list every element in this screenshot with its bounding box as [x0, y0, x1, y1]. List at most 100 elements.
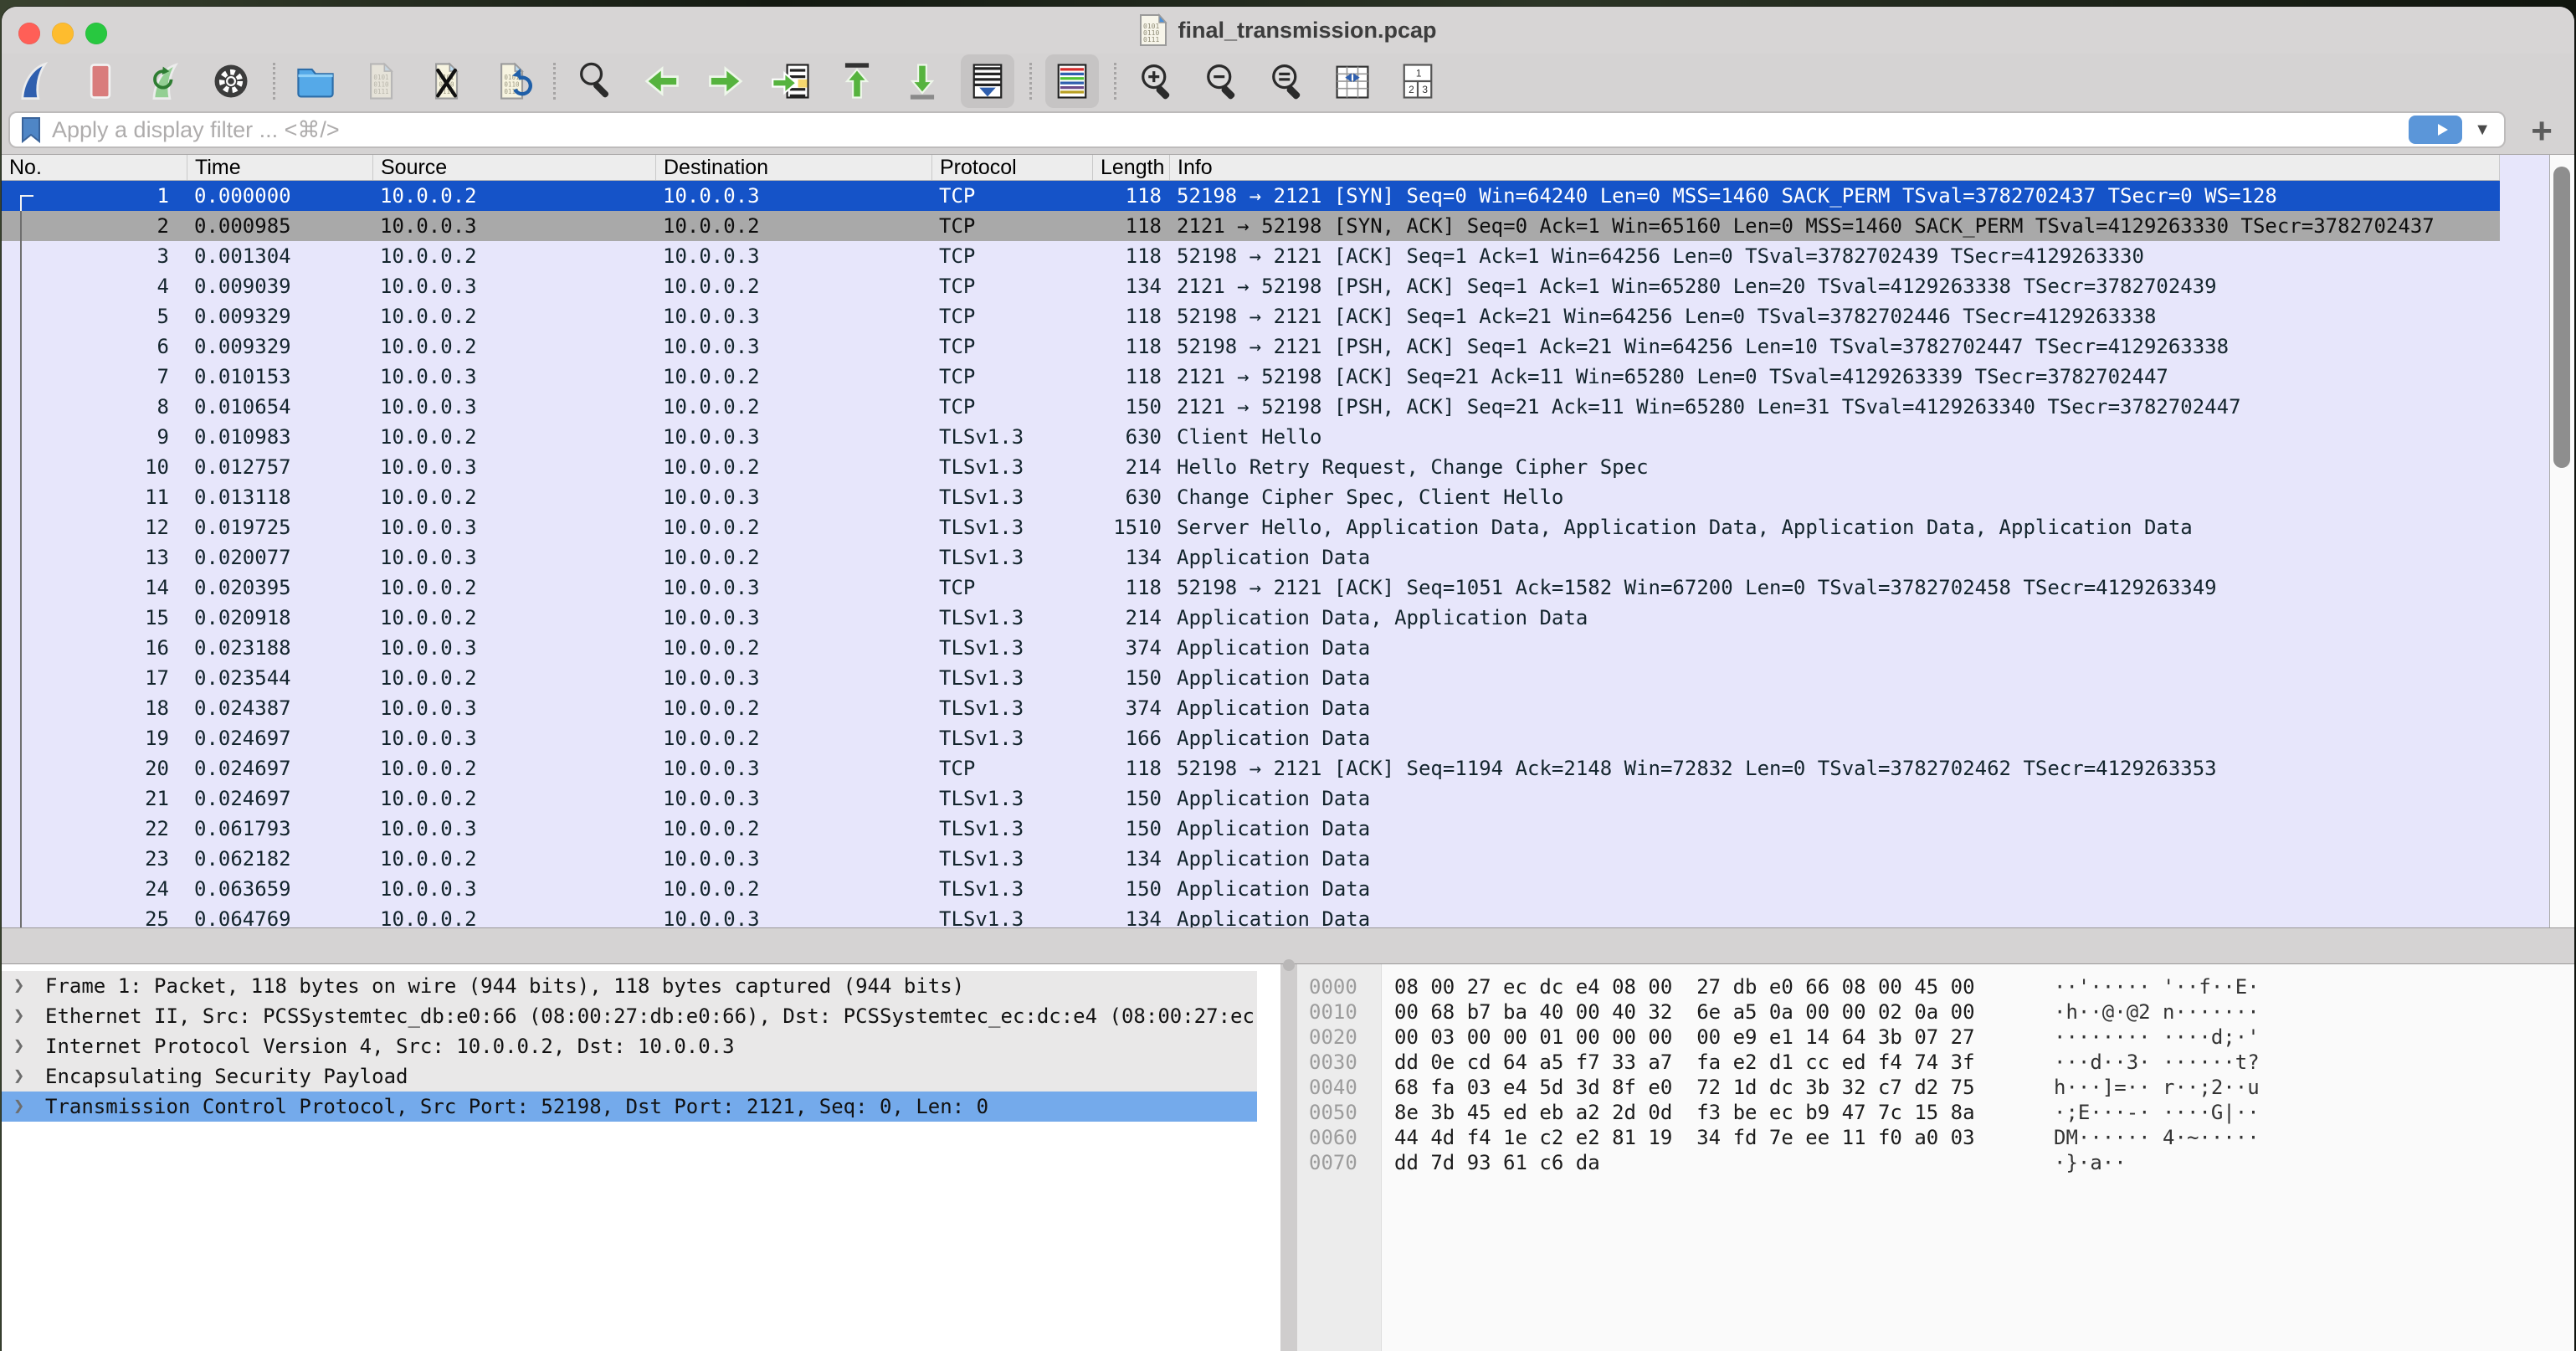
expander-chevron-icon[interactable]: ❯: [13, 1092, 24, 1122]
open-file-folder-icon: [294, 59, 337, 103]
cell-no: 21: [2, 783, 187, 814]
packet-row-18[interactable]: 180.02438710.0.0.310.0.0.2TLSv1.3374Appl…: [2, 693, 2500, 723]
go-to-top-button[interactable]: [830, 54, 884, 108]
capture-options-gear-button[interactable]: [204, 54, 258, 108]
go-to-packet-button[interactable]: [765, 54, 818, 108]
cell-time: 0.013118: [187, 482, 373, 512]
hex-row-0020[interactable]: 002000 03 00 00 01 00 00 00 00 e9 e1 14 …: [1297, 1025, 2574, 1050]
packet-row-5[interactable]: 50.00932910.0.0.210.0.0.3TCP11852198 → 2…: [2, 301, 2500, 331]
packet-row-24[interactable]: 240.06365910.0.0.310.0.0.2TLSv1.3150Appl…: [2, 874, 2500, 904]
detail-row-3[interactable]: ❯Internet Protocol Version 4, Src: 10.0.…: [2, 1031, 1257, 1061]
packet-row-1[interactable]: 10.00000010.0.0.210.0.0.3TCP11852198 → 2…: [2, 181, 2500, 211]
packet-row-3[interactable]: 30.00130410.0.0.210.0.0.3TCP11852198 → 2…: [2, 241, 2500, 271]
reload-file-button[interactable]: 010101100111: [485, 54, 538, 108]
expander-chevron-icon[interactable]: ❯: [13, 1001, 24, 1031]
cell-time: 0.024697: [187, 723, 373, 753]
cell-no: 15: [2, 603, 187, 633]
packet-row-6[interactable]: 60.00932910.0.0.210.0.0.3TCP11852198 → 2…: [2, 331, 2500, 362]
save-file-button[interactable]: 010101100111: [354, 54, 408, 108]
cell-proto: TLSv1.3: [932, 422, 1093, 452]
display-filter-input[interactable]: [50, 116, 2409, 144]
packet-row-12[interactable]: 120.01972510.0.0.310.0.0.2TLSv1.31510Ser…: [2, 512, 2500, 542]
hex-offset: 0070: [1309, 1150, 1357, 1175]
layout-panes-button[interactable]: 123: [1391, 54, 1445, 108]
scrollbar-thumb[interactable]: [2553, 167, 2570, 468]
column-header-source[interactable]: Source: [373, 155, 656, 180]
colorize-packets-button[interactable]: [1045, 54, 1099, 108]
column-header-destination[interactable]: Destination: [656, 155, 932, 180]
resize-columns-button[interactable]: [1326, 54, 1379, 108]
cell-len: 150: [1093, 783, 1170, 814]
zoom-out-button[interactable]: [1195, 54, 1249, 108]
hex-row-0030[interactable]: 0030dd 0e cd 64 a5 f7 33 a7 fa e2 d1 cc …: [1297, 1050, 2574, 1075]
apply-filter-button[interactable]: [2409, 116, 2462, 144]
splitter-handle[interactable]: [1283, 959, 1295, 971]
zoom-in-button[interactable]: [1130, 54, 1183, 108]
packet-row-2[interactable]: 20.00098510.0.0.310.0.0.2TCP1182121 → 52…: [2, 211, 2500, 241]
packet-row-13[interactable]: 130.02007710.0.0.310.0.0.2TLSv1.3134Appl…: [2, 542, 2500, 573]
close-file-button[interactable]: 010101100111: [419, 54, 473, 108]
hex-row-0040[interactable]: 004068 fa 03 e4 5d 3d 8f e0 72 1d dc 3b …: [1297, 1075, 2574, 1100]
go-to-bottom-button[interactable]: [895, 54, 949, 108]
cell-info: Server Hello, Application Data, Applicat…: [1170, 512, 2500, 542]
packet-row-11[interactable]: 110.01311810.0.0.210.0.0.3TLSv1.3630Chan…: [2, 482, 2500, 512]
cell-proto: TLSv1.3: [932, 783, 1093, 814]
go-back-button[interactable]: [634, 54, 688, 108]
hex-row-0070[interactable]: 0070dd 7d 93 61 c6 da·}·a··: [1297, 1150, 2574, 1175]
expander-chevron-icon[interactable]: ❯: [13, 971, 24, 1001]
packet-row-7[interactable]: 70.01015310.0.0.310.0.0.2TCP1182121 → 52…: [2, 362, 2500, 392]
cell-no: 23: [2, 844, 187, 874]
cell-proto: TLSv1.3: [932, 542, 1093, 573]
horizontal-splitter[interactable]: [2, 927, 2574, 963]
hex-row-0010[interactable]: 001000 68 b7 ba 40 00 40 32 6e a5 0a 00 …: [1297, 999, 2574, 1025]
cell-info: Client Hello: [1170, 422, 2500, 452]
open-file-folder-button[interactable]: [289, 54, 342, 108]
start-capture-fin-button[interactable]: [8, 54, 62, 108]
packet-row-23[interactable]: 230.06218210.0.0.210.0.0.3TLSv1.3134Appl…: [2, 844, 2500, 874]
hex-row-0050[interactable]: 00508e 3b 45 ed eb a2 2d 0d f3 be ec b9 …: [1297, 1100, 2574, 1125]
find-packet-button[interactable]: [569, 54, 623, 108]
column-header-time[interactable]: Time: [187, 155, 373, 180]
packet-row-14[interactable]: 140.02039510.0.0.210.0.0.3TCP11852198 → …: [2, 573, 2500, 603]
hex-row-0060[interactable]: 006044 4d f4 1e c2 e2 81 19 34 fd 7e ee …: [1297, 1125, 2574, 1150]
cell-dst: 10.0.0.3: [656, 753, 932, 783]
packet-row-21[interactable]: 210.02469710.0.0.210.0.0.3TLSv1.3150Appl…: [2, 783, 2500, 814]
cell-len: 118: [1093, 241, 1170, 271]
packet-row-8[interactable]: 80.01065410.0.0.310.0.0.2TCP1502121 → 52…: [2, 392, 2500, 422]
detail-row-5[interactable]: ❯Transmission Control Protocol, Src Port…: [2, 1092, 1257, 1122]
filter-dropdown-caret[interactable]: ▼: [2474, 121, 2491, 140]
column-header-protocol[interactable]: Protocol: [932, 155, 1093, 180]
stop-capture-button[interactable]: [74, 54, 127, 108]
column-header-info[interactable]: Info: [1170, 155, 2500, 180]
packet-row-19[interactable]: 190.02469710.0.0.310.0.0.2TLSv1.3166Appl…: [2, 723, 2500, 753]
packet-row-9[interactable]: 90.01098310.0.0.210.0.0.3TLSv1.3630Clien…: [2, 422, 2500, 452]
filter-bookmark-icon[interactable]: [20, 116, 42, 143]
packet-row-25[interactable]: 250.06476910.0.0.210.0.0.3TLSv1.3134Appl…: [2, 904, 2500, 927]
vertical-splitter[interactable]: [1280, 964, 1297, 1351]
go-forward-button[interactable]: [700, 54, 753, 108]
packet-row-16[interactable]: 160.02318810.0.0.310.0.0.2TLSv1.3374Appl…: [2, 633, 2500, 663]
restart-capture-button[interactable]: [139, 54, 192, 108]
column-header-no[interactable]: No.: [2, 155, 187, 180]
hex-row-0000[interactable]: 000008 00 27 ec dc e4 08 00 27 db e0 66 …: [1297, 974, 2574, 999]
packet-row-17[interactable]: 170.02354410.0.0.210.0.0.3TLSv1.3150Appl…: [2, 663, 2500, 693]
packet-row-10[interactable]: 100.01275710.0.0.310.0.0.2TLSv1.3214Hell…: [2, 452, 2500, 482]
detail-row-1[interactable]: ❯Frame 1: Packet, 118 bytes on wire (944…: [2, 971, 1257, 1001]
expander-chevron-icon[interactable]: ❯: [13, 1031, 24, 1061]
zoom-100-button[interactable]: [1260, 54, 1314, 108]
zoom-in-icon: [1135, 59, 1178, 103]
auto-scroll-button[interactable]: [961, 54, 1014, 108]
packet-list-scrollbar[interactable]: [2549, 155, 2574, 927]
filter-bar: ▼ +: [2, 109, 2574, 154]
cell-info: 2121 → 52198 [SYN, ACK] Seq=0 Ack=1 Win=…: [1170, 211, 2500, 241]
packet-row-4[interactable]: 40.00903910.0.0.310.0.0.2TCP1342121 → 52…: [2, 271, 2500, 301]
detail-row-4[interactable]: ❯Encapsulating Security Payload: [2, 1061, 1257, 1092]
column-header-length[interactable]: Length: [1093, 155, 1170, 180]
packet-row-22[interactable]: 220.06179310.0.0.310.0.0.2TLSv1.3150Appl…: [2, 814, 2500, 844]
detail-row-2[interactable]: ❯Ethernet II, Src: PCSSystemtec_db:e0:66…: [2, 1001, 1257, 1031]
packet-row-15[interactable]: 150.02091810.0.0.210.0.0.3TLSv1.3214Appl…: [2, 603, 2500, 633]
start-capture-fin-icon: [13, 59, 57, 103]
add-filter-button[interactable]: +: [2531, 109, 2553, 154]
packet-row-20[interactable]: 200.02469710.0.0.210.0.0.3TCP11852198 → …: [2, 753, 2500, 783]
expander-chevron-icon[interactable]: ❯: [13, 1061, 24, 1092]
